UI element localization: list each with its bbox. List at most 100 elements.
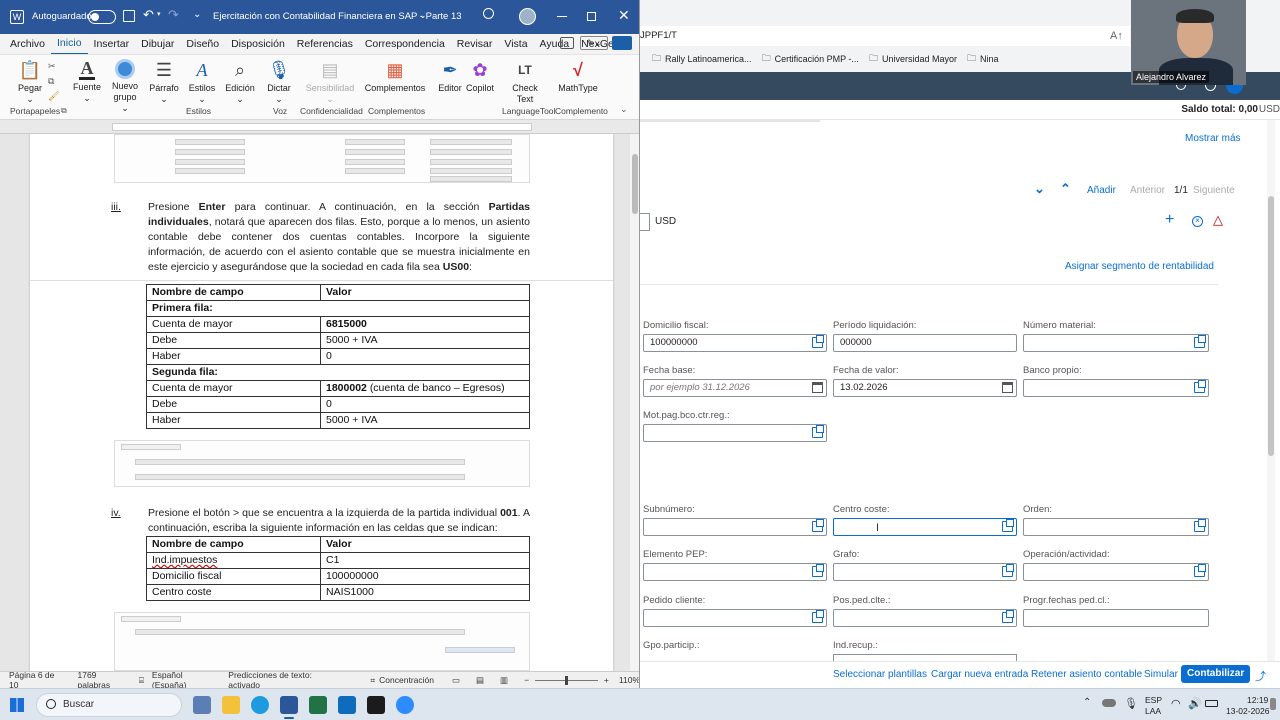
save-icon[interactable] xyxy=(123,10,135,22)
read-mode-icon[interactable]: ▭ xyxy=(452,675,460,686)
zoom-out-icon[interactable]: − xyxy=(524,675,529,685)
share-footer-icon[interactable]: ⤴ xyxy=(1255,668,1266,684)
read-aloud-icon[interactable]: A↑ xyxy=(1110,30,1123,42)
delete-icon[interactable]: × xyxy=(1192,216,1203,227)
microphone-tray-icon[interactable]: 🎙 xyxy=(1124,697,1138,710)
fecha-valor-input[interactable]: 13.02.2026 xyxy=(833,379,1017,397)
file-explorer-icon[interactable] xyxy=(222,696,240,714)
mathtype-button[interactable]: √ MathType xyxy=(556,59,600,94)
lang-2[interactable]: LAA xyxy=(1145,706,1161,716)
fecha-base-input[interactable]: por ejemplo 31.12.2026 xyxy=(643,379,827,397)
cut-icon[interactable]: ✂ xyxy=(48,61,56,72)
pedido-cliente-input[interactable] xyxy=(643,609,827,627)
tab-diseno[interactable]: Diseño xyxy=(180,34,225,54)
seleccionar-plantillas-button[interactable]: Seleccionar plantillas xyxy=(833,669,927,680)
wifi-icon[interactable]: ◠ xyxy=(1171,697,1181,710)
value-help-icon[interactable] xyxy=(1194,519,1206,532)
dictate-button[interactable]: 🎙 Dictar ⌄ xyxy=(263,59,295,105)
bookmark-item[interactable]: Universidad Mayor xyxy=(882,54,957,64)
mot-pag-input[interactable] xyxy=(643,424,827,442)
minimize-icon[interactable] xyxy=(557,16,567,17)
maximize-icon[interactable] xyxy=(587,12,596,21)
document-page[interactable]: iii. Presione Enter para continuar. A co… xyxy=(30,134,613,671)
scroll-thumb[interactable] xyxy=(632,154,638,214)
onedrive-icon[interactable] xyxy=(1102,699,1116,707)
sensitivity-button[interactable]: ▤ Sensibilidad ⌄ xyxy=(302,59,358,105)
ind-recup-input-edge[interactable] xyxy=(833,654,1017,661)
battery-icon[interactable] xyxy=(1205,700,1218,707)
status-page[interactable]: Página 6 de 10 xyxy=(9,670,63,688)
notifications-icon[interactable] xyxy=(1270,698,1276,710)
bookmark-item[interactable]: Certificación PMP -... xyxy=(775,54,859,64)
currency-field-edge[interactable] xyxy=(640,213,650,231)
value-help-icon[interactable] xyxy=(1194,564,1206,577)
cargar-nueva-entrada-button[interactable]: Cargar nueva entrada xyxy=(931,669,1028,680)
proofing-icon[interactable]: ⌸ xyxy=(139,675,144,686)
numero-material-input[interactable] xyxy=(1023,334,1209,352)
zoom-in-icon[interactable]: + xyxy=(604,675,609,685)
tab-archivo[interactable]: Archivo xyxy=(4,34,51,54)
paste-button[interactable]: 📋 Pegar ⌄ xyxy=(14,59,46,105)
tab-inicio[interactable]: Inicio xyxy=(51,33,88,55)
value-help-icon[interactable] xyxy=(1002,564,1014,577)
font-button[interactable]: A Fuente ⌄ xyxy=(72,59,102,104)
volume-icon[interactable]: 🔊 xyxy=(1188,697,1202,710)
calendar-icon[interactable] xyxy=(1002,382,1013,393)
bookmark-item[interactable]: Rally Latinoamerica... xyxy=(665,54,752,64)
progr-fechas-input[interactable] xyxy=(1023,609,1209,627)
centro-coste-input[interactable]: I xyxy=(833,518,1017,536)
pos-ped-input[interactable] xyxy=(833,609,1017,627)
status-zoom[interactable]: 110% xyxy=(619,675,639,685)
value-help-icon[interactable] xyxy=(812,610,824,623)
contabilizar-button[interactable]: Contabilizar xyxy=(1181,665,1251,683)
styles-button[interactable]: A Estilos ⌄ xyxy=(186,59,218,105)
status-focus[interactable]: Concentración xyxy=(379,675,434,685)
title-dropdown-icon[interactable]: ⌄ xyxy=(419,10,427,21)
siguiente-link[interactable]: Siguiente xyxy=(1193,185,1235,196)
error-warning-icon[interactable]: △ xyxy=(1213,212,1223,228)
grafo-input[interactable] xyxy=(833,563,1017,581)
undo-dropdown-icon[interactable]: ▾ xyxy=(157,10,161,18)
periodo-liquidacion-input[interactable]: 000000 xyxy=(833,334,1017,352)
editor-button[interactable]: ✒ Editor xyxy=(434,59,466,94)
zoom-icon[interactable] xyxy=(396,696,414,714)
value-help-icon[interactable] xyxy=(1002,610,1014,623)
dialog-launcher-icon[interactable]: ⧉ xyxy=(61,106,67,116)
domicilio-fiscal-input[interactable]: 100000000 xyxy=(643,334,827,352)
lang-1[interactable]: ESP xyxy=(1145,695,1162,705)
app-icon[interactable] xyxy=(367,696,385,714)
focus-icon[interactable]: ⌗ xyxy=(370,675,375,686)
undo-icon[interactable]: ↶ xyxy=(143,7,154,23)
tab-dibujar[interactable]: Dibujar xyxy=(135,34,180,54)
expand-all-icon[interactable]: ⌃ xyxy=(1060,181,1071,197)
anadir-link[interactable]: Añadir xyxy=(1087,185,1116,196)
check-text-button[interactable]: LT Check Text xyxy=(508,59,542,105)
zoom-slider[interactable] xyxy=(535,675,598,685)
copy-icon[interactable]: ⧉ xyxy=(48,76,54,87)
value-help-icon[interactable] xyxy=(1194,335,1206,348)
banco-propio-input[interactable] xyxy=(1023,379,1209,397)
value-help-icon[interactable] xyxy=(812,564,824,577)
collapse-all-icon[interactable]: ⌄ xyxy=(1034,181,1045,197)
paragraph-button[interactable]: ☰ Párrafo ⌄ xyxy=(148,59,180,105)
share-icon[interactable] xyxy=(612,36,632,50)
orden-input[interactable] xyxy=(1023,518,1209,536)
document-area[interactable]: iii. Presione Enter para continuar. A co… xyxy=(0,134,630,671)
start-icon[interactable] xyxy=(10,698,24,712)
edge-icon[interactable] xyxy=(251,696,269,714)
addins-button[interactable]: ▦ Complementos xyxy=(364,59,426,94)
elemento-pep-input[interactable] xyxy=(643,563,827,581)
excel-icon[interactable] xyxy=(309,696,327,714)
tab-referencias[interactable]: Referencias xyxy=(291,34,359,54)
word-vertical-scrollbar[interactable] xyxy=(630,134,639,671)
anterior-link[interactable]: Anterior xyxy=(1130,185,1165,196)
word-taskbar-icon[interactable] xyxy=(280,696,298,714)
comments-icon[interactable] xyxy=(560,37,574,49)
add-icon[interactable]: + xyxy=(1165,211,1174,229)
value-help-icon[interactable] xyxy=(812,335,824,348)
tab-correspondencia[interactable]: Correspondencia xyxy=(359,34,451,54)
calendar-icon[interactable] xyxy=(812,382,823,393)
user-avatar[interactable] xyxy=(519,8,536,25)
horizontal-ruler[interactable] xyxy=(0,120,639,134)
tab-insertar[interactable]: Insertar xyxy=(88,34,136,54)
